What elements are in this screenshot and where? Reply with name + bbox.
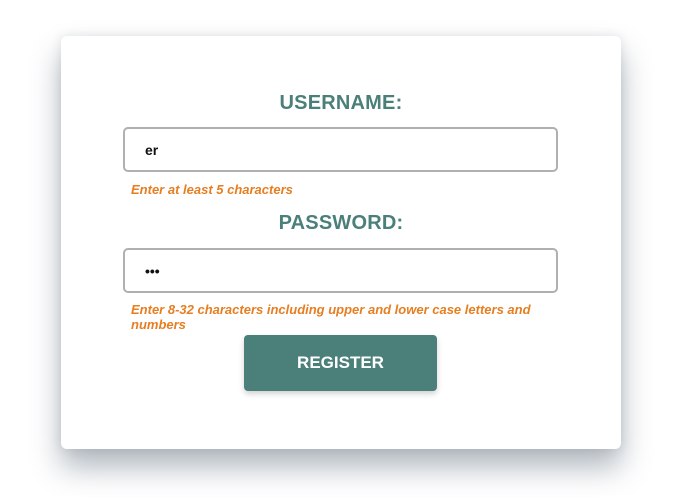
register-card: USERNAME: Enter at least 5 characters PA… — [61, 36, 621, 449]
username-label: USERNAME: — [279, 92, 403, 114]
register-button[interactable]: REGISTER — [244, 335, 437, 391]
password-input[interactable] — [123, 248, 558, 293]
username-hint: Enter at least 5 characters — [131, 182, 293, 197]
password-label: PASSWORD: — [278, 212, 404, 234]
username-input[interactable] — [123, 127, 558, 172]
password-hint: Enter 8-32 characters including upper an… — [131, 302, 531, 332]
